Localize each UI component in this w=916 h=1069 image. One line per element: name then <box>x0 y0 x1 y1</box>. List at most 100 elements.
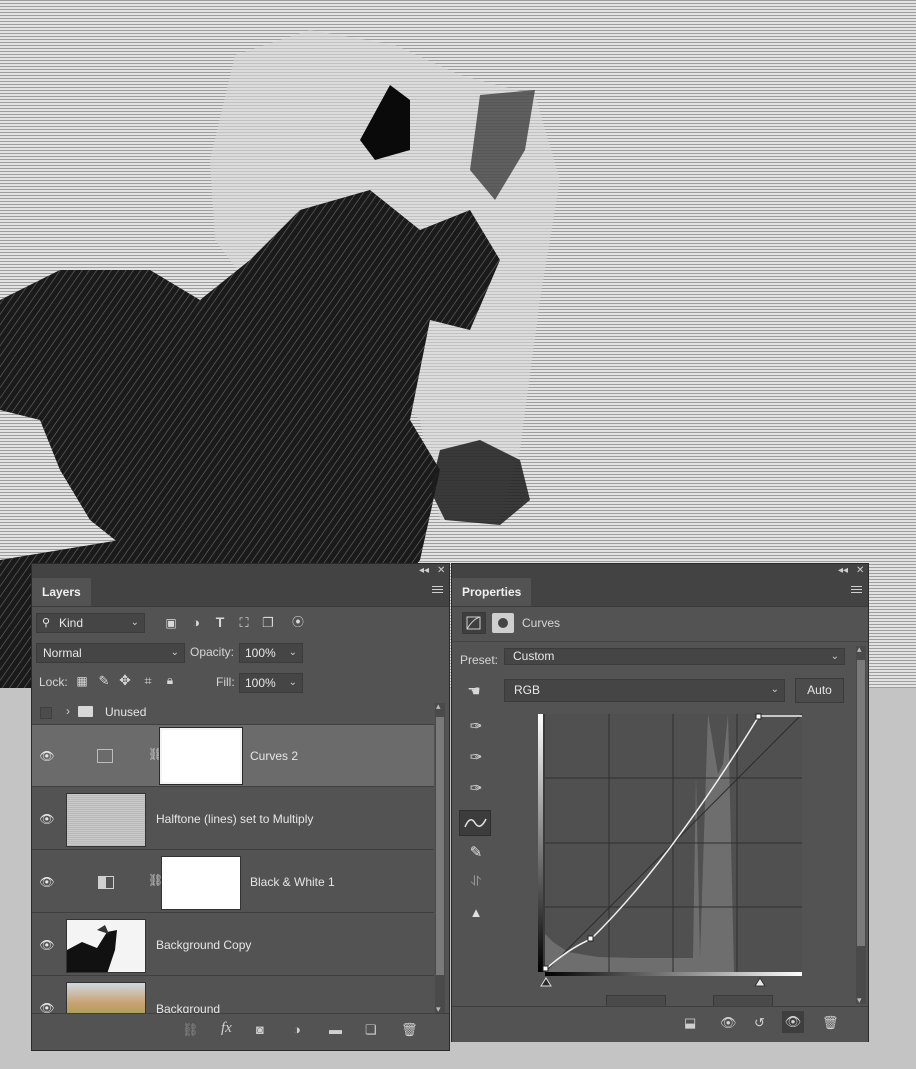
edit-points-curve-icon[interactable] <box>459 810 491 836</box>
properties-scrollbar[interactable]: ▴ ▾ <box>856 644 866 1006</box>
curves-svg <box>538 713 803 987</box>
blend-mode-dropdown[interactable]: Normal ⌄ <box>36 643 185 663</box>
layer-name: Black & White 1 <box>250 875 335 889</box>
view-previous-state-icon[interactable]: 👁︎ <box>720 1015 737 1031</box>
curve-point-white <box>755 713 762 720</box>
mask-properties-icon[interactable] <box>492 613 514 633</box>
fx-icon[interactable]: fx <box>221 1020 232 1037</box>
lock-transparent-pixels-icon[interactable]: ▦ <box>74 674 90 688</box>
scroll-down-icon[interactable]: ▾ <box>857 995 862 1006</box>
scroll-up-icon[interactable]: ▴ <box>436 701 441 712</box>
tab-layers[interactable]: Layers <box>32 578 91 606</box>
lock-image-pixels-icon[interactable]: ✎ <box>96 673 112 689</box>
layer-background[interactable]: 👁︎ Background <box>32 977 434 1013</box>
eye-icon[interactable]: 👁︎ <box>32 812 62 826</box>
opacity-input[interactable]: 100% ⌄ <box>239 643 303 663</box>
blend-mode-value: Normal <box>43 646 82 660</box>
add-mask-icon[interactable]: ◙ <box>256 1022 264 1037</box>
close-icon[interactable]: ✕ <box>437 565 445 577</box>
sample-shadows-eyedropper-icon[interactable]: ✑ <box>462 717 490 741</box>
chevron-down-icon[interactable]: ⌄ <box>289 674 297 692</box>
curve-point-black <box>542 965 549 972</box>
fill-label: Fill: <box>216 675 235 689</box>
layer-thumbnail[interactable] <box>66 793 146 847</box>
layer-background-copy[interactable]: 👁︎ Background Copy <box>32 914 434 976</box>
adjustment-filter-icon[interactable]: ◑ <box>187 615 205 630</box>
layer-curves-2[interactable]: 👁︎ ⛓︎ Curves 2 <box>32 725 434 787</box>
link-layers-icon[interactable]: ⛓︎ <box>182 1022 199 1038</box>
reset-icon[interactable]: ↺ <box>754 1015 765 1031</box>
layer-halftone[interactable]: 👁︎ Halftone (lines) set to Multiply <box>32 788 434 850</box>
layer-group-unused[interactable]: › Unused <box>32 701 434 725</box>
panel-menu-icon[interactable] <box>432 586 443 595</box>
layers-panel-topbar: ◂◂ ✕ <box>32 564 449 578</box>
delete-layer-icon[interactable]: 🗑︎ <box>401 1022 418 1038</box>
eye-icon[interactable]: 👁︎ <box>32 875 62 889</box>
smooth-curve-icon[interactable]: ⥯ <box>462 873 490 897</box>
collapse-icon[interactable]: ◂◂ <box>419 565 429 577</box>
chevron-down-icon: ⌄ <box>830 651 839 662</box>
draw-curve-pencil-icon[interactable]: ✎ <box>462 843 490 867</box>
delete-adjustment-icon[interactable]: 🗑︎ <box>822 1015 839 1031</box>
eye-icon[interactable]: 👁︎ <box>32 749 62 763</box>
image-filter-icon[interactable]: ▣ <box>162 616 180 630</box>
scroll-up-icon[interactable]: ▴ <box>857 644 862 655</box>
filter-kind-label: Kind <box>59 616 84 630</box>
black-white-adjustment-icon <box>98 876 114 889</box>
auto-button-label: Auto <box>807 683 832 697</box>
target-adjustment-tool-icon[interactable]: ☚ <box>462 682 486 700</box>
layer-name: Background Copy <box>156 938 252 952</box>
layer-name: Halftone (lines) set to Multiply <box>156 812 314 826</box>
curves-graph[interactable] <box>538 713 803 987</box>
fill-input[interactable]: 100% ⌄ <box>239 673 303 693</box>
type-filter-icon[interactable]: T <box>211 614 229 630</box>
channel-dropdown[interactable]: RGB ⌄ <box>504 679 785 702</box>
layer-thumbnail[interactable] <box>66 919 146 973</box>
white-input-slider <box>754 977 766 987</box>
panel-menu-icon[interactable] <box>851 586 862 595</box>
layer-filter-dropdown[interactable]: ⚲ Kind ⌄ <box>36 613 145 633</box>
smart-object-filter-icon[interactable]: ❐ <box>259 615 277 631</box>
filter-toggle-icon[interactable]: ⦿ <box>290 613 306 630</box>
fill-value: 100% <box>245 676 276 690</box>
curves-adjustment-icon[interactable] <box>462 612 486 634</box>
layer-mask-thumbnail[interactable] <box>161 856 241 910</box>
layer-black-white-1[interactable]: 👁︎ ⛓︎ Black & White 1 <box>32 851 434 913</box>
new-group-icon[interactable]: ▬ <box>329 1022 342 1037</box>
close-icon[interactable]: ✕ <box>856 565 864 577</box>
new-adjustment-layer-icon[interactable]: ◑ <box>293 1022 301 1037</box>
layer-name: Curves 2 <box>250 749 299 763</box>
layer-thumbnail[interactable] <box>66 982 146 1013</box>
opacity-value: 100% <box>245 646 276 660</box>
search-icon: ⚲ <box>42 617 51 629</box>
collapse-icon[interactable]: ◂◂ <box>838 565 848 577</box>
auto-button[interactable]: Auto <box>795 678 844 703</box>
clip-to-layer-icon[interactable]: ⬓ <box>684 1015 696 1031</box>
layers-tabbar: Layers <box>32 578 449 607</box>
visibility-toggle-empty[interactable] <box>40 707 52 719</box>
chevron-down-icon: ⌄ <box>130 617 139 628</box>
clipping-warning-icon[interactable]: ▲ <box>462 905 490 929</box>
eye-icon[interactable]: 👁︎ <box>32 1001 62 1013</box>
shape-filter-icon[interactable]: ⛶ <box>235 615 253 631</box>
lock-artboard-icon[interactable]: ⌗ <box>140 673 156 689</box>
chevron-down-icon: ⌄ <box>770 684 779 695</box>
chevron-down-icon[interactable]: ⌄ <box>289 644 297 662</box>
toggle-visibility-icon[interactable]: 👁︎ <box>782 1011 804 1033</box>
sample-midtones-eyedropper-icon[interactable]: ✑ <box>462 748 490 772</box>
lock-all-icon[interactable]: 🔒︎ <box>162 673 178 688</box>
layer-mask-thumbnail[interactable] <box>159 727 243 785</box>
layers-scrollbar[interactable]: ▴ ▾ <box>435 701 445 1014</box>
header-divider <box>452 641 868 642</box>
new-layer-icon[interactable]: ❏ <box>365 1022 377 1038</box>
layer-name: Unused <box>105 705 147 719</box>
scrollbar-thumb[interactable] <box>857 660 865 946</box>
tab-properties[interactable]: Properties <box>452 578 532 606</box>
chevron-right-icon[interactable]: › <box>66 704 70 718</box>
layers-footer: ⛓︎ fx ◙ ◑ ▬ ❏ 🗑︎ <box>32 1013 449 1048</box>
scrollbar-thumb[interactable] <box>436 717 444 975</box>
eye-icon[interactable]: 👁︎ <box>32 938 62 952</box>
preset-dropdown[interactable]: Custom ⌄ <box>504 648 845 665</box>
sample-highlights-eyedropper-icon[interactable]: ✑ <box>462 779 490 803</box>
lock-position-icon[interactable]: ✥ <box>117 672 133 689</box>
